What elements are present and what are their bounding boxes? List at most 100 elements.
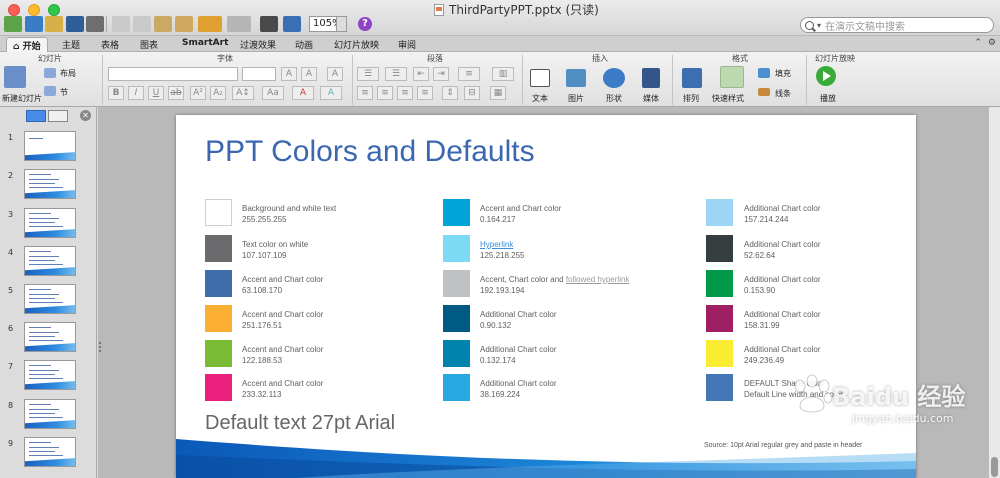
color-swatch[interactable] — [443, 340, 470, 367]
cut-icon[interactable] — [112, 16, 130, 32]
outline-view-toggle[interactable] — [48, 110, 68, 122]
increase-indent-icon[interactable]: ⇥ — [433, 67, 449, 81]
color-swatch[interactable] — [205, 270, 232, 297]
color-swatch-label[interactable]: Accent and Chart color 251.176.51 — [242, 309, 323, 331]
redo-icon[interactable] — [227, 16, 251, 32]
shape-icon[interactable] — [603, 68, 625, 88]
color-swatch[interactable] — [706, 270, 733, 297]
slideshow-view-icon[interactable] — [283, 16, 301, 32]
paste-icon[interactable] — [154, 16, 172, 32]
slides-view-toggle[interactable] — [26, 110, 46, 122]
bullets-icon[interactable]: ☰ — [357, 67, 379, 81]
color-swatch[interactable] — [443, 305, 470, 332]
ribbon-settings-icon[interactable]: ⚙ — [988, 38, 996, 48]
arrange-icon[interactable] — [682, 68, 702, 88]
color-swatch-label[interactable]: Accent and Chart color 63.108.170 — [242, 274, 323, 296]
text-effects-icon[interactable]: A — [320, 86, 342, 100]
undo-icon[interactable] — [198, 16, 222, 32]
text-box-icon[interactable] — [530, 69, 550, 87]
new-slide-icon[interactable] — [4, 66, 26, 88]
italic-icon[interactable]: I — [128, 86, 144, 100]
play-icon[interactable] — [816, 66, 836, 86]
close-pane-icon[interactable]: ✕ — [80, 110, 91, 121]
color-swatch[interactable] — [443, 270, 470, 297]
color-swatch-label[interactable]: Additional Chart color 249.236.49 — [744, 344, 820, 366]
line-spacing-icon[interactable]: ≡ — [458, 67, 480, 81]
template-gallery-icon[interactable] — [25, 16, 43, 32]
color-swatch-label[interactable]: Additional Chart color 0.90.132 — [480, 309, 556, 331]
layout-icon[interactable] — [44, 68, 56, 78]
underline-icon[interactable]: U — [148, 86, 164, 100]
color-swatch[interactable] — [706, 305, 733, 332]
color-swatch-label[interactable]: Accent and Chart color 233.32.113 — [242, 378, 323, 400]
slide-thumbnail-3[interactable]: 3 — [0, 208, 97, 240]
color-swatch-label[interactable]: Accent and Chart color 122.188.53 — [242, 344, 323, 366]
insert-shape-label[interactable]: 形状 — [606, 93, 622, 104]
quick-styles-label[interactable]: 快速样式 — [712, 93, 744, 104]
zoom-dropdown-icon[interactable] — [336, 17, 346, 31]
color-swatch-label[interactable]: Additional Chart color 158.31.99 — [744, 309, 820, 331]
align-center-icon[interactable]: ≡ — [377, 86, 393, 100]
font-name-field[interactable] — [108, 67, 238, 81]
align-right-icon[interactable]: ≡ — [397, 86, 413, 100]
media-icon[interactable] — [642, 68, 660, 88]
section-icon[interactable] — [44, 86, 56, 96]
color-swatch[interactable] — [205, 374, 232, 401]
color-swatch[interactable] — [443, 235, 470, 262]
format-painter-icon[interactable] — [175, 16, 193, 32]
default-text-sample[interactable]: Default text 27pt Arial — [205, 412, 395, 435]
search-input[interactable]: ▾ 在演示文稿中搜索 — [800, 17, 994, 33]
slide-thumbnail-4[interactable]: 4 — [0, 246, 97, 278]
tab-themes[interactable]: 主题 — [56, 37, 86, 52]
slide-thumbnail-7[interactable]: 7 — [0, 360, 97, 392]
slide-thumbnail-6[interactable]: 6 — [0, 322, 97, 354]
line-icon[interactable] — [758, 88, 770, 96]
convert-smartart-icon[interactable]: ▦ — [490, 86, 506, 100]
tab-review[interactable]: 审阅 — [392, 37, 422, 52]
slide-thumbnail-9[interactable]: 9 — [0, 437, 97, 469]
arrange-label[interactable]: 排列 — [683, 93, 699, 104]
picture-icon[interactable] — [566, 69, 586, 87]
zoom-window-button[interactable] — [48, 4, 60, 16]
close-window-button[interactable] — [8, 4, 20, 16]
tab-tables[interactable]: 表格 — [95, 37, 125, 52]
tab-smartart[interactable]: SmartArt — [176, 37, 234, 52]
copy-icon[interactable] — [133, 16, 151, 32]
columns-icon[interactable]: ▥ — [492, 67, 514, 81]
color-swatch-label[interactable]: Additional Chart color 38.169.224 — [480, 378, 556, 400]
shrink-font-icon[interactable]: A — [301, 67, 317, 81]
save-icon[interactable] — [66, 16, 84, 32]
bold-icon[interactable]: B — [108, 86, 124, 100]
clear-format-icon[interactable]: A — [327, 67, 343, 81]
color-swatch-label[interactable]: Additional Chart color 157.214.244 — [744, 203, 820, 225]
color-swatch-label[interactable]: Accent and Chart color 0.164.217 — [480, 203, 561, 225]
insert-text-label[interactable]: 文本 — [532, 93, 548, 104]
section-label[interactable]: 节 — [60, 87, 68, 98]
layout-label[interactable]: 布局 — [60, 68, 76, 79]
open-folder-icon[interactable] — [45, 16, 63, 32]
subscript-icon[interactable]: A₂ — [210, 86, 226, 100]
line-label[interactable]: 线条 — [775, 88, 791, 99]
color-swatch-label[interactable]: Background and white text 255.255.255 — [242, 203, 336, 225]
slide-thumbnail-5[interactable]: 5 — [0, 284, 97, 316]
color-swatch[interactable] — [205, 340, 232, 367]
tab-transitions[interactable]: 过渡效果 — [234, 37, 282, 52]
minimize-window-button[interactable] — [28, 4, 40, 16]
text-direction-icon[interactable]: ⇕ — [442, 86, 458, 100]
font-size-field[interactable] — [242, 67, 276, 81]
slide-thumbnail-8[interactable]: 8 — [0, 399, 97, 431]
tab-home[interactable]: ⌂ 开始 — [6, 37, 48, 52]
color-swatch[interactable] — [205, 199, 232, 226]
slide-thumbnail-2[interactable]: 2 — [0, 169, 97, 201]
font-color-icon[interactable]: A — [292, 86, 314, 100]
color-swatch[interactable] — [443, 374, 470, 401]
print-icon[interactable] — [86, 16, 104, 32]
color-swatch[interactable] — [205, 305, 232, 332]
color-swatch[interactable] — [706, 340, 733, 367]
grow-font-icon[interactable]: A — [281, 67, 297, 81]
color-swatch-label[interactable]: Text color on white 107.107.109 — [242, 239, 308, 261]
color-swatch[interactable] — [706, 235, 733, 262]
slide-sorter-icon[interactable] — [260, 16, 278, 32]
character-spacing-icon[interactable]: A↕ — [232, 86, 254, 100]
tab-charts[interactable]: 图表 — [134, 37, 164, 52]
